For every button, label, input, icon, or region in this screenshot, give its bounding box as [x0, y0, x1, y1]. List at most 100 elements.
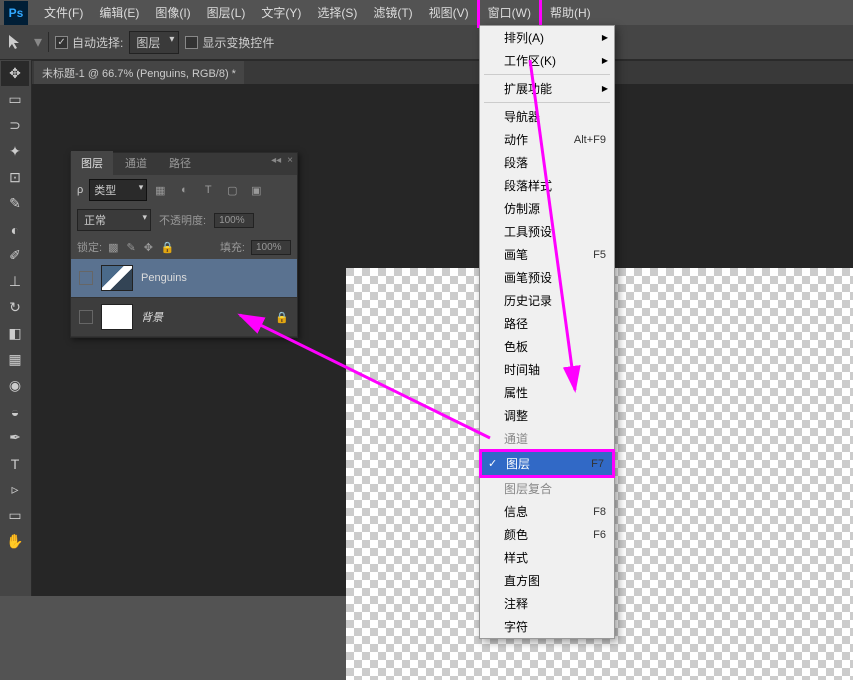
blend-mode-row: 正常 不透明度: 100%	[71, 205, 297, 235]
window-menu-item[interactable]: 画笔F5	[480, 243, 614, 266]
menubar: Ps 文件(F) 编辑(E) 图像(I) 图层(L) 文字(Y) 选择(S) 滤…	[0, 0, 853, 25]
app-logo: Ps	[4, 1, 28, 25]
lock-label: 锁定:	[77, 239, 102, 255]
checkbox-icon	[55, 36, 68, 49]
auto-select-checkbox[interactable]: 自动选择:	[55, 34, 123, 51]
window-menu-item[interactable]: 字符	[480, 615, 614, 638]
menu-window[interactable]: 窗口(W)	[477, 0, 542, 28]
layer-name: Penguins	[141, 272, 289, 284]
eraser-tool[interactable]: ◧	[1, 321, 29, 346]
window-menu-item[interactable]: 动作Alt+F9	[480, 128, 614, 151]
lock-row: 锁定: ▩ ✎ ✥ 🔒 填充: 100%	[71, 235, 297, 259]
window-menu-item[interactable]: 排列(A)▶	[480, 26, 614, 49]
filter-smart-icon[interactable]: ▣	[249, 183, 263, 197]
window-menu-item[interactable]: 颜色F6	[480, 523, 614, 546]
window-menu-item[interactable]: 注释	[480, 592, 614, 615]
layer-name: 背景	[141, 309, 267, 325]
panel-tab-paths[interactable]: 路径	[159, 151, 201, 175]
layer-thumbnail	[101, 304, 133, 330]
lock-transparency-icon[interactable]: ▩	[108, 241, 118, 254]
window-menu-item[interactable]: 段落样式	[480, 174, 614, 197]
lock-all-icon[interactable]: 🔒	[161, 241, 175, 254]
menu-view[interactable]: 视图(V)	[421, 0, 477, 25]
window-menu-item[interactable]: 路径	[480, 312, 614, 335]
stamp-tool[interactable]: ⊥	[1, 269, 29, 294]
tools-toolbar: ✥ ▭ ⊃ ✦ ⊡ ✎ ◐ ✐ ⊥ ↻ ◧ ▦ ◉ ◒ ✒ T ▹ ▭ ✋	[0, 60, 32, 596]
brush-tool[interactable]: ✐	[1, 243, 29, 268]
layers-panel: 图层 通道 路径 ◂◂ × ρ 类型 ▦ ◐ T ▢ ▣ 正常 不透明度: 10…	[70, 152, 298, 338]
window-menu-item[interactable]: 工作区(K)▶	[480, 49, 614, 72]
menu-text[interactable]: 文字(Y)	[253, 0, 309, 25]
visibility-toggle[interactable]	[79, 271, 93, 285]
document-tab-bar: 未标题-1 @ 66.7% (Penguins, RGB/8) *	[0, 60, 853, 84]
fill-value[interactable]: 100%	[251, 240, 291, 255]
window-menu-item[interactable]: 图层F7	[479, 449, 615, 478]
filter-shape-icon[interactable]: ▢	[225, 183, 239, 197]
panel-tab-channels[interactable]: 通道	[115, 151, 157, 175]
filter-type-icon[interactable]: T	[201, 183, 215, 197]
window-menu-item[interactable]: 时间轴	[480, 358, 614, 381]
menu-select[interactable]: 选择(S)	[309, 0, 365, 25]
window-dropdown-menu: 排列(A)▶工作区(K)▶ 扩展功能▶ 导航器动作Alt+F9段落段落样式仿制源工具…	[479, 25, 615, 639]
lasso-tool[interactable]: ⊃	[1, 113, 29, 138]
transform-checkbox[interactable]: 显示变换控件	[185, 34, 274, 51]
blur-tool[interactable]: ◉	[1, 373, 29, 398]
move-tool-icon	[4, 30, 28, 54]
menu-help[interactable]: 帮助(H)	[542, 0, 599, 25]
window-menu-item[interactable]: 直方图	[480, 569, 614, 592]
menu-filter[interactable]: 滤镜(T)	[365, 0, 420, 25]
visibility-toggle[interactable]	[79, 310, 93, 324]
crop-tool[interactable]: ⊡	[1, 165, 29, 190]
window-menu-item[interactable]: 属性	[480, 381, 614, 404]
window-menu-item[interactable]: 扩展功能▶	[480, 77, 614, 100]
magic-wand-tool[interactable]: ✦	[1, 139, 29, 164]
layer-item[interactable]: 背景 🔒	[71, 298, 297, 337]
window-menu-item[interactable]: 信息F8	[480, 500, 614, 523]
panel-tab-layers[interactable]: 图层	[71, 151, 113, 175]
window-menu-item[interactable]: 调整	[480, 404, 614, 427]
history-brush-tool[interactable]: ↻	[1, 295, 29, 320]
menu-file[interactable]: 文件(F)	[36, 0, 91, 25]
opacity-value[interactable]: 100%	[214, 213, 254, 228]
layer-kind-select[interactable]: 类型	[89, 179, 147, 201]
window-menu-item[interactable]: 工具预设	[480, 220, 614, 243]
path-select-tool[interactable]: ▹	[1, 477, 29, 502]
panel-collapse-icon[interactable]: ◂◂	[271, 155, 281, 166]
filter-adjust-icon[interactable]: ◐	[177, 183, 191, 197]
document-tab[interactable]: 未标题-1 @ 66.7% (Penguins, RGB/8) *	[34, 61, 244, 85]
window-menu-item[interactable]: 图层复合	[480, 477, 614, 500]
window-menu-item[interactable]: 通道	[480, 427, 614, 450]
menu-image[interactable]: 图像(I)	[147, 0, 198, 25]
lock-position-icon[interactable]: ✥	[144, 241, 153, 254]
type-tool[interactable]: T	[1, 451, 29, 476]
dodge-tool[interactable]: ◒	[1, 399, 29, 424]
auto-select-label: 自动选择:	[72, 34, 123, 51]
window-menu-item[interactable]: 样式	[480, 546, 614, 569]
auto-select-dropdown[interactable]: 图层	[129, 31, 179, 54]
hand-tool[interactable]: ✋	[1, 529, 29, 554]
shape-tool[interactable]: ▭	[1, 503, 29, 528]
move-tool[interactable]: ✥	[1, 61, 29, 86]
filter-pixel-icon[interactable]: ▦	[153, 183, 167, 197]
healing-brush-tool[interactable]: ◐	[1, 217, 29, 242]
window-menu-item[interactable]: 导航器	[480, 105, 614, 128]
checkbox-icon	[185, 36, 198, 49]
window-menu-item[interactable]: 画笔预设	[480, 266, 614, 289]
lock-pixels-icon[interactable]: ✎	[126, 241, 135, 254]
window-menu-item[interactable]: 历史记录	[480, 289, 614, 312]
menu-edit[interactable]: 编辑(E)	[91, 0, 147, 25]
window-menu-item[interactable]: 色板	[480, 335, 614, 358]
marquee-tool[interactable]: ▭	[1, 87, 29, 112]
panel-tabs: 图层 通道 路径 ◂◂ ×	[71, 153, 297, 175]
lock-icon: 🔒	[275, 311, 289, 324]
transform-label: 显示变换控件	[202, 34, 274, 51]
panel-close-icon[interactable]: ×	[287, 155, 293, 166]
window-menu-item[interactable]: 段落	[480, 151, 614, 174]
window-menu-item[interactable]: 仿制源	[480, 197, 614, 220]
menu-layer[interactable]: 图层(L)	[199, 0, 254, 25]
gradient-tool[interactable]: ▦	[1, 347, 29, 372]
layer-item[interactable]: Penguins	[71, 259, 297, 298]
blend-mode-select[interactable]: 正常	[77, 209, 151, 231]
pen-tool[interactable]: ✒	[1, 425, 29, 450]
eyedropper-tool[interactable]: ✎	[1, 191, 29, 216]
